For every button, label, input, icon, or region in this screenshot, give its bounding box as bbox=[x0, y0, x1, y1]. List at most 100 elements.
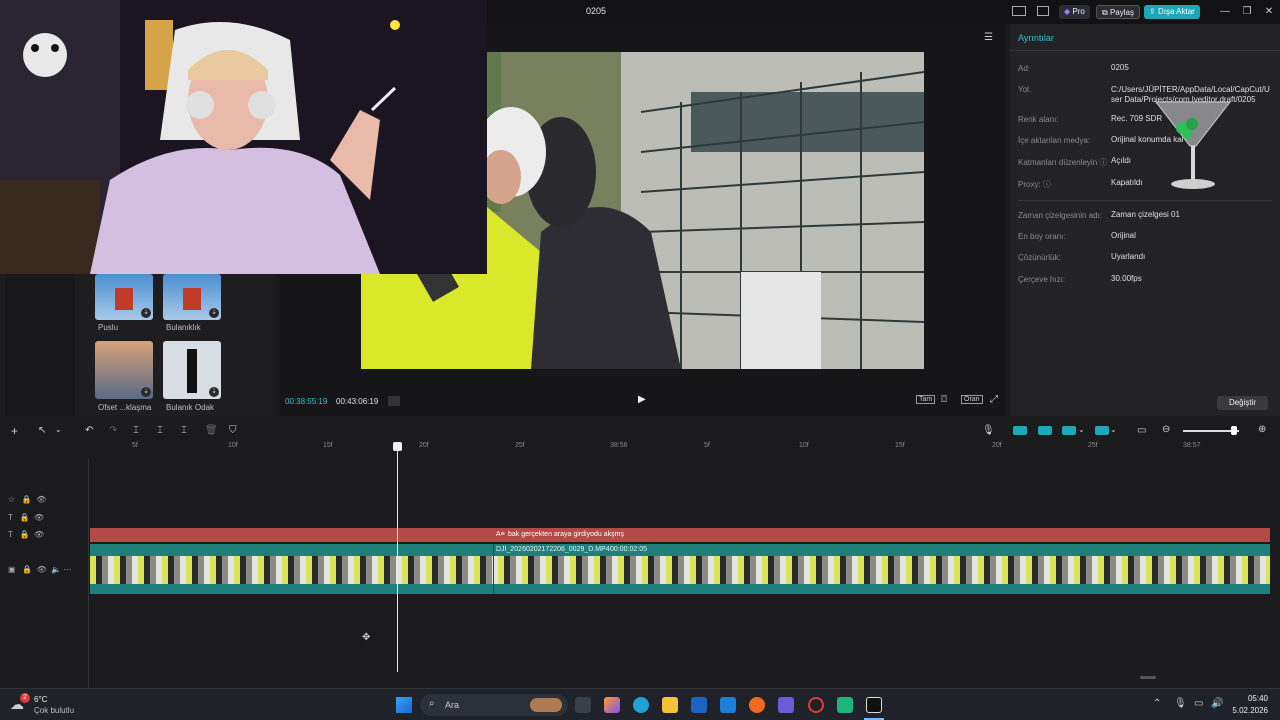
search-box[interactable]: ⌕ Ara bbox=[420, 694, 568, 716]
lock-icon[interactable]: 🔒 bbox=[22, 495, 32, 504]
lock-icon[interactable]: 🔒 bbox=[20, 530, 30, 539]
notes-app-icon[interactable] bbox=[837, 697, 853, 713]
snap-icon[interactable] bbox=[1062, 426, 1076, 435]
download-icon[interactable]: ⇣ bbox=[141, 387, 151, 397]
store-icon[interactable] bbox=[691, 697, 707, 713]
windows-start-icon[interactable] bbox=[396, 697, 412, 713]
obs-icon[interactable] bbox=[808, 697, 824, 713]
chevron-down-icon[interactable]: ⌄ bbox=[1110, 425, 1117, 434]
task-view-icon[interactable] bbox=[575, 697, 591, 713]
effect-thumbnail: ⇣ bbox=[95, 274, 153, 320]
detail-label-aspect-ratio: En boy oranı: bbox=[1018, 232, 1066, 241]
full-quality-button[interactable]: Tam bbox=[916, 395, 936, 404]
magnet-icon[interactable] bbox=[1038, 426, 1052, 435]
chevron-up-icon[interactable]: ⌃ bbox=[1153, 698, 1161, 709]
timeline-grid-icon[interactable] bbox=[388, 396, 400, 406]
menu-icon[interactable]: ☰ bbox=[984, 32, 993, 43]
media-effects-panel: ⇣ Puslu ⇣ Bulanıklık ⇣ Ofset ...klaşma ⇣… bbox=[0, 274, 276, 416]
capcut-icon[interactable] bbox=[866, 697, 882, 713]
horizontal-scrollbar[interactable] bbox=[1140, 676, 1156, 679]
search-icon: ⌕ bbox=[429, 698, 435, 709]
playhead-handle[interactable] bbox=[393, 442, 402, 451]
effect-thumbnail: ⇣ bbox=[163, 341, 221, 399]
eye-icon[interactable]: 👁 bbox=[36, 495, 46, 504]
zoom-slider-handle[interactable] bbox=[1231, 426, 1237, 435]
pro-label: Pro bbox=[1072, 7, 1085, 16]
teams-icon[interactable] bbox=[778, 697, 794, 713]
video-clip-duration: 00:00:02:05 bbox=[610, 546, 647, 553]
split-icon[interactable]: ⌶ bbox=[133, 425, 139, 436]
effect-thumbnail: ⇣ bbox=[163, 274, 221, 320]
minimize-icon[interactable]: — bbox=[1218, 5, 1232, 19]
download-icon[interactable]: ⇣ bbox=[209, 308, 219, 318]
detail-value-timeline-name: Zaman çizelgesi 01 bbox=[1111, 210, 1180, 219]
details-panel: Ayrıntılar Ad: 0205 Yol: C:/Users/JÜPİTE… bbox=[1010, 24, 1280, 416]
clock-time[interactable]: 05:40 bbox=[1232, 694, 1268, 703]
detail-label-edit-layers: Katmanları düzenleyin ⓘ bbox=[1018, 158, 1108, 167]
microphone-icon[interactable]: 🎙 bbox=[982, 425, 995, 436]
zoom-in-icon[interactable]: ⊕ bbox=[1258, 424, 1266, 435]
maximize-icon[interactable]: ❐ bbox=[1240, 5, 1254, 19]
scan-icon[interactable]: ⌼ bbox=[941, 394, 947, 405]
firefox-icon[interactable] bbox=[749, 697, 765, 713]
chevron-down-icon[interactable]: ⌄ bbox=[1078, 425, 1085, 434]
change-button[interactable]: Değiştir bbox=[1217, 396, 1268, 410]
export-button[interactable]: ⇪ Dışa Aktar bbox=[1144, 5, 1200, 19]
ruler-tick: 20f bbox=[992, 442, 1002, 449]
time-ruler[interactable]: 5f 10f 15f 20f 25f 38:56 5f 10f 15f 20f … bbox=[90, 442, 1280, 456]
split-right-icon[interactable]: ⌶ bbox=[181, 425, 187, 436]
microphone-tray-icon[interactable]: 🎙 bbox=[1174, 698, 1187, 709]
link-clips-icon[interactable] bbox=[1013, 426, 1027, 435]
ratio-button[interactable]: Oran bbox=[961, 395, 983, 404]
play-icon[interactable]: ▶ bbox=[638, 394, 646, 405]
shield-icon[interactable]: ⛉ bbox=[229, 425, 237, 436]
add-icon[interactable]: + bbox=[11, 424, 18, 438]
share-button[interactable]: ⧉ Paylaş bbox=[1096, 5, 1140, 19]
eye-icon[interactable]: 👁 bbox=[34, 513, 44, 522]
file-explorer-icon[interactable] bbox=[662, 697, 678, 713]
audio-icon[interactable]: 🔈 bbox=[51, 565, 61, 574]
track-header-text-1: T 🔒 👁 bbox=[8, 513, 44, 527]
select-tool-icon[interactable]: ↖ bbox=[38, 425, 46, 436]
pro-button[interactable]: ◆ Pro bbox=[1059, 5, 1090, 19]
effect-label: Bulanık Odak bbox=[166, 403, 215, 412]
edge-icon[interactable] bbox=[633, 697, 649, 713]
ruler-tick: 10f bbox=[228, 442, 238, 449]
redo-icon[interactable]: ↷ bbox=[109, 425, 117, 436]
move-cursor-icon: ✥ bbox=[362, 632, 371, 643]
detail-value-proxy: Kapatıldı bbox=[1111, 178, 1143, 187]
layout-icon[interactable] bbox=[1012, 6, 1026, 16]
timeline: 5f 10f 15f 20f 25f 38:56 5f 10f 15f 20f … bbox=[0, 442, 1280, 688]
lock-icon[interactable]: 🔒 bbox=[20, 513, 30, 522]
lock-icon[interactable]: 🔒 bbox=[22, 565, 32, 574]
copilot-icon[interactable] bbox=[604, 697, 620, 713]
shortcut-icon[interactable] bbox=[1037, 6, 1049, 16]
split-left-icon[interactable]: ⌶ bbox=[157, 425, 163, 436]
volume-icon[interactable]: 🔊 bbox=[1211, 698, 1223, 709]
undo-icon[interactable]: ↶ bbox=[85, 425, 93, 436]
eye-icon[interactable]: 👁 bbox=[34, 530, 44, 539]
screen-icon[interactable]: ▭ bbox=[1137, 425, 1146, 436]
detail-label-resolution: Çözünürlük: bbox=[1018, 253, 1061, 262]
taskbar: ☁ 2 6°C Çok bulutlu ⌕ Ara ⌃ 🎙 ▭ 🔊 05:40 … bbox=[0, 688, 1280, 720]
eye-icon[interactable]: 👁 bbox=[37, 565, 47, 574]
fullscreen-icon[interactable]: ⤢ bbox=[990, 394, 998, 405]
clip-split-line bbox=[493, 544, 494, 594]
text-clip[interactable]: A≡ bak gerçekten araya girdiyodu akşmş bbox=[90, 528, 1270, 542]
delete-icon[interactable]: 🗑 bbox=[205, 425, 218, 436]
close-icon[interactable]: ✕ bbox=[1262, 5, 1276, 19]
chevron-down-icon[interactable]: ⌄ bbox=[55, 425, 62, 434]
ruler-tick: 5f bbox=[132, 442, 138, 449]
zoom-out-icon[interactable]: ⊖ bbox=[1162, 424, 1170, 435]
preview-axis-icon[interactable] bbox=[1095, 426, 1109, 435]
export-icon: ⇪ bbox=[1149, 7, 1156, 16]
download-icon[interactable]: ⇣ bbox=[141, 308, 151, 318]
clock-date[interactable]: 5.02.2026 bbox=[1230, 706, 1268, 715]
outlook-icon[interactable] bbox=[720, 697, 736, 713]
window-title: 0205 bbox=[586, 6, 607, 16]
video-clip[interactable]: DJI_20260202172206_0029_D.MP4 00:00:02:0… bbox=[90, 544, 1270, 594]
network-icon[interactable]: ▭ bbox=[1194, 698, 1203, 709]
download-icon[interactable]: ⇣ bbox=[209, 387, 219, 397]
more-icon[interactable]: ⋯ bbox=[63, 565, 71, 574]
playhead[interactable] bbox=[393, 442, 402, 672]
